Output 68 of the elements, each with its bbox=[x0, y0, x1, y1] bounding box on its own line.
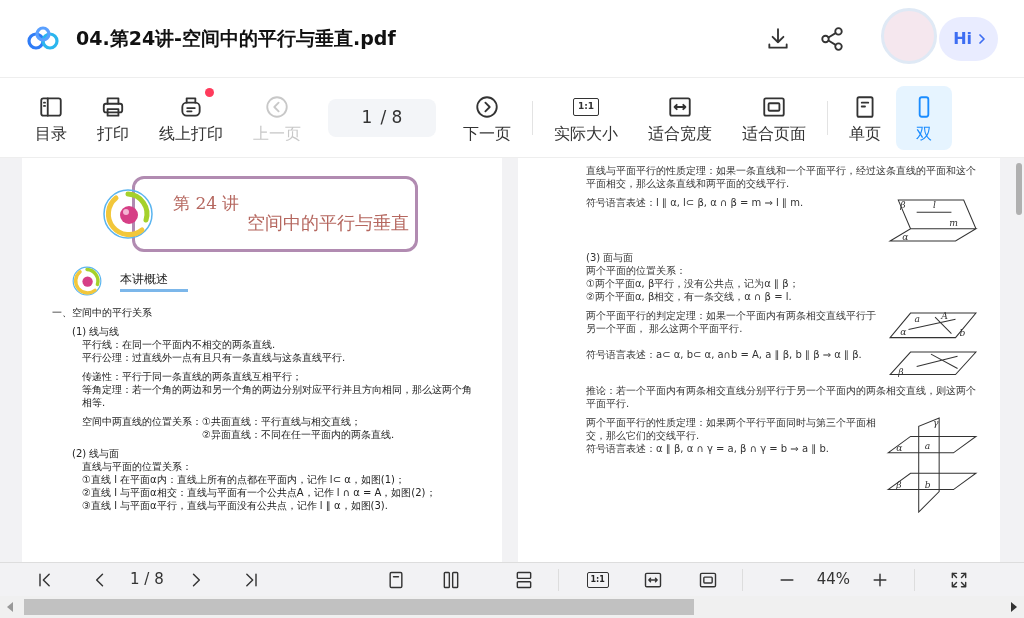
horizontal-scrollbar[interactable] bbox=[0, 596, 1024, 618]
text-line: ③直线 l 与平面α平行，直线与平面没有公共点，记作 l ∥ α，如图(3). bbox=[82, 499, 389, 512]
chevron-right-icon bbox=[976, 32, 988, 45]
share-icon[interactable] bbox=[819, 25, 846, 52]
toolbar-button[interactable]: 单页 bbox=[834, 85, 896, 150]
scrollbar-thumb[interactable] bbox=[1016, 163, 1022, 215]
actual-size-icon: 1:1 bbox=[573, 97, 599, 116]
text-line: 推论：若一个平面内有两条相交直线分别平行于另一个平面内的两条相交直线，则这两个平面平行. bbox=[586, 384, 977, 411]
diagram-label: A bbox=[941, 310, 948, 322]
text-line: (3) 面与面 bbox=[586, 251, 635, 265]
ring-ball-icon bbox=[102, 188, 154, 240]
zoom-level: 44% bbox=[816, 569, 851, 591]
page-number-input[interactable]: 1 bbox=[361, 104, 373, 131]
page-total: / 8 bbox=[380, 105, 403, 129]
text-line: 符号语言表述：α ∥ β, α ∩ γ = a, β ∩ γ = b ⇒ a ∥ b. bbox=[586, 442, 830, 456]
diagram-label: a bbox=[914, 313, 921, 325]
text-line: ②两个平面α, β相交，有一条交线，α ∩ β = l. bbox=[586, 290, 793, 304]
text-line: 两个平面的位置关系： bbox=[586, 264, 687, 278]
diagram-label: l bbox=[933, 199, 936, 211]
toolbar-button[interactable]: 线上打印 bbox=[144, 85, 238, 150]
toolbar-button[interactable]: 目录 bbox=[20, 85, 82, 150]
page-indicator: 1 / 8 bbox=[130, 569, 164, 591]
text-line: ①直线 l 在平面α内：直线上所有的点都在平面内，记作 l⊂ α，如图(1)； bbox=[82, 473, 406, 486]
text-line: 传递性：平行于同一条直线的两条直线互相平行； bbox=[82, 370, 303, 383]
text-line: 直线与平面平行的性质定理：如果一条直线和一个平面平行，经过这条直线的平面和这个平面相交，那么这条直线和两平面的交线平行. bbox=[586, 164, 977, 190]
toolbar-button[interactable]: 下一页 bbox=[448, 85, 526, 150]
text-line: 平行线：在同一个平面内不相交的两条直线. bbox=[82, 338, 277, 351]
greeting-button[interactable]: Hi bbox=[939, 16, 998, 61]
scrollbar-thumb[interactable] bbox=[24, 599, 694, 615]
text-line: ①共面直线：平行直线与相交直线； bbox=[202, 415, 362, 428]
diagram-label: a bbox=[924, 440, 931, 452]
lecture-title: 空间中的平行与垂直 bbox=[247, 210, 410, 235]
text-line: ②直线 l 与平面α相交：直线与平面有一个公共点A，记作 l ∩ α = A，如图(2)； bbox=[82, 486, 437, 499]
toolbar-button[interactable]: 打印 bbox=[82, 85, 144, 150]
text-line: 平行公理：过直线外一点有且只有一条直线与这条直线平行. bbox=[82, 351, 347, 364]
section-heading: 一、空间中的平行关系 bbox=[52, 306, 153, 319]
page-number-field[interactable]: 1 / 8 bbox=[328, 98, 436, 137]
diagram-label: α bbox=[896, 442, 903, 454]
diagram-label: b bbox=[959, 326, 966, 338]
diagram-label: β bbox=[900, 199, 906, 211]
text-line: 符号语言表述：l ∥ α, l⊂ β, α ∩ β = m ⇒ l ∥ m. bbox=[586, 196, 805, 209]
diagram-label: α bbox=[900, 325, 907, 337]
toolbar-button[interactable]: 适合页面 bbox=[727, 85, 821, 150]
ring-ball-icon bbox=[72, 266, 102, 296]
text-line: 符号语言表述：a⊂ α, b⊂ α, a∩b = A, a ∥ β, b ∥ β ⇒ α ∥ β. bbox=[586, 347, 863, 361]
toolbar-button[interactable]: 1:1 实际大小 bbox=[539, 85, 633, 150]
previous-icon bbox=[264, 93, 290, 120]
next-icon bbox=[474, 93, 500, 120]
scroll-right-icon[interactable] bbox=[1010, 602, 1018, 612]
text-line: ②异面直线：不同在任一平面内的两条直线. bbox=[202, 428, 395, 441]
text-line: 等角定理：若一个角的两边和另一个角的两边分别对应平行并且方向相同，那么这两个角相等. bbox=[82, 383, 472, 409]
lecture-number: 第 24 讲 bbox=[173, 192, 240, 216]
text-line: 两个平面平行的判定定理：如果一个平面内有两条相交直线平行于另一个平面， 那么这两个平面平行. bbox=[586, 309, 877, 336]
text-line: 直线与平面的位置关系： bbox=[82, 460, 193, 473]
cloud-logo-icon bbox=[26, 25, 60, 52]
subsection-heading: (1) 线与线 bbox=[72, 325, 121, 338]
diagram-label: m bbox=[949, 216, 959, 228]
subsection-heading: (2) 线与面 bbox=[72, 447, 121, 460]
diagram-label: b bbox=[924, 478, 931, 490]
document-title: 04.第24讲-空间中的平行与垂直.pdf bbox=[76, 26, 396, 52]
text-line: 空间中两直线的位置关系： bbox=[82, 415, 202, 429]
toolbar-button[interactable]: 适合宽度 bbox=[633, 85, 727, 150]
text-line: ①两个平面α, β平行，没有公共点，记为α ∥ β； bbox=[586, 277, 800, 291]
section-heading: 本讲概述 bbox=[120, 270, 188, 292]
diagram-label: γ bbox=[933, 417, 939, 429]
text-line: 两个平面平行的性质定理：如果两个平行平面同时与第三个平面相交，那么它们的交线平行. bbox=[586, 416, 877, 443]
diagram-label: α bbox=[902, 230, 909, 242]
actual-size-icon[interactable]: 1:1 bbox=[586, 571, 609, 588]
